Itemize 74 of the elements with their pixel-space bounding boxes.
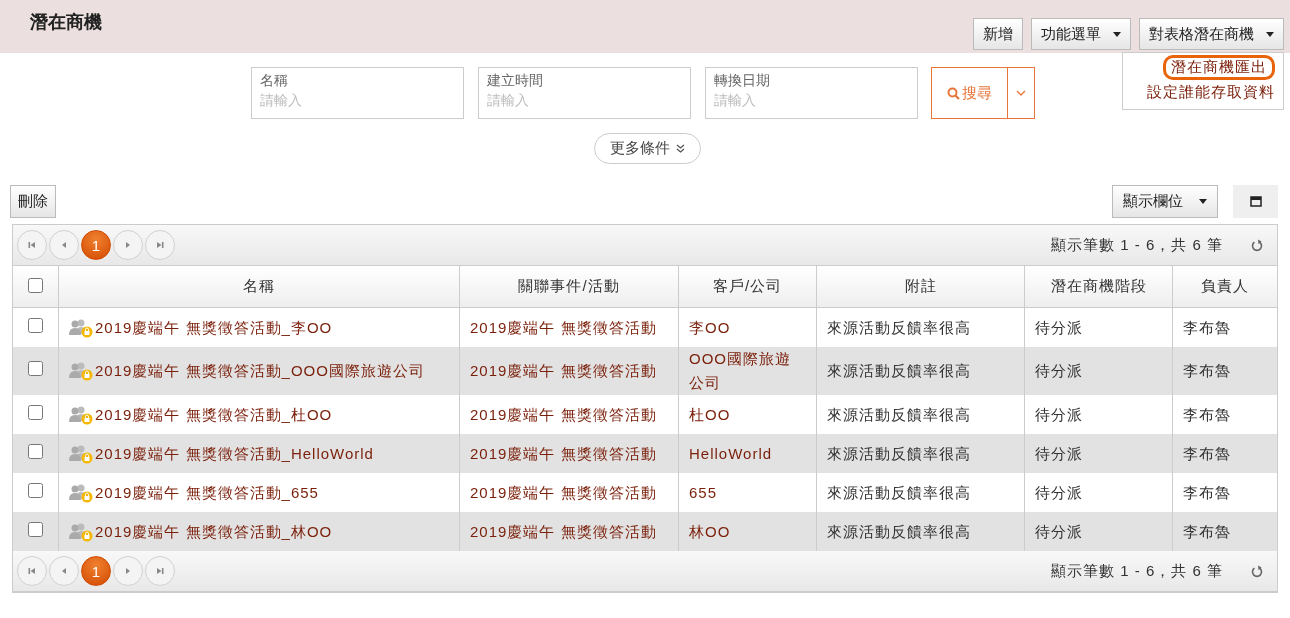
column-header: 關聯事件/活動 bbox=[459, 266, 679, 308]
menu-item[interactable]: 潛在商機匯出 bbox=[1163, 55, 1275, 80]
search-field[interactable]: 名稱 請輸入 bbox=[251, 67, 464, 119]
event-link[interactable]: 2019慶端午 無獎徵答活動 bbox=[470, 315, 657, 340]
refresh-button[interactable] bbox=[1251, 238, 1263, 252]
search-icon bbox=[947, 86, 960, 100]
row-checkbox[interactable] bbox=[28, 404, 43, 420]
table-cell: 來源活動反饋率很高 bbox=[816, 512, 1025, 551]
column-header: 名稱 bbox=[58, 266, 460, 308]
search-field[interactable]: 轉換日期 請輸入 bbox=[705, 67, 918, 119]
window-icon bbox=[1249, 196, 1262, 207]
field-label: 名稱 bbox=[260, 72, 289, 90]
first-page-icon bbox=[27, 240, 37, 250]
record-count: 顯示筆數 1 - 6，共 6 筆 bbox=[1051, 561, 1223, 581]
row-checkbox[interactable] bbox=[28, 482, 43, 498]
company-link[interactable]: 杜OO bbox=[689, 402, 731, 427]
caret-icon bbox=[1266, 31, 1274, 37]
company-link[interactable]: 林OO bbox=[689, 519, 731, 544]
people-lock-icon bbox=[67, 404, 95, 425]
people-lock-icon bbox=[67, 443, 95, 464]
page-title: 潛在商機 bbox=[30, 11, 102, 34]
columns-button[interactable]: 顯示欄位 bbox=[1112, 185, 1218, 218]
table-cell: 待分派 bbox=[1024, 512, 1173, 551]
table-cell: 來源活動反饋率很高 bbox=[816, 347, 1025, 395]
window-button[interactable] bbox=[1233, 185, 1278, 218]
double-chevron-icon bbox=[675, 144, 685, 153]
field-label: 轉換日期 bbox=[714, 72, 771, 90]
chevron-down-icon bbox=[1016, 90, 1026, 96]
table-cell: 李布魯 bbox=[1172, 395, 1277, 434]
table-cell: 李布魯 bbox=[1172, 347, 1277, 395]
company-link[interactable]: 655 bbox=[689, 480, 718, 505]
event-link[interactable]: 2019慶端午 無獎徵答活動 bbox=[470, 402, 657, 427]
people-lock-icon bbox=[67, 361, 95, 381]
menu-item[interactable]: 設定誰能存取資料 bbox=[1139, 80, 1283, 105]
row-checkbox[interactable] bbox=[28, 443, 43, 459]
column-header: 附註 bbox=[816, 266, 1025, 308]
table-cell: 李布魯 bbox=[1172, 512, 1277, 551]
table-cell: 李布魯 bbox=[1172, 307, 1277, 347]
first-page-icon bbox=[27, 566, 37, 576]
more-conditions-button[interactable]: 更多條件 bbox=[593, 133, 701, 164]
record-link[interactable]: 2019慶端午 無獎徵答活動_655 bbox=[95, 480, 319, 505]
field-label: 建立時間 bbox=[487, 72, 544, 90]
table-cell: 李布魯 bbox=[1172, 473, 1277, 512]
last-page-icon bbox=[155, 566, 165, 576]
record-link[interactable]: 2019慶端午 無獎徵答活動_杜OO bbox=[95, 402, 333, 427]
people-lock-icon bbox=[67, 317, 95, 338]
search-field[interactable]: 建立時間 請輸入 bbox=[478, 67, 691, 119]
column-header: 負責人 bbox=[1172, 266, 1277, 308]
row-checkbox[interactable] bbox=[28, 317, 43, 333]
record-link[interactable]: 2019慶端午 無獎徵答活動_李OO bbox=[95, 315, 333, 340]
table-cell: 待分派 bbox=[1024, 347, 1173, 395]
column-header: 潛在商機階段 bbox=[1024, 266, 1173, 308]
last-page-icon bbox=[155, 240, 165, 250]
refresh-icon bbox=[1251, 238, 1263, 252]
event-link[interactable]: 2019慶端午 無獎徵答活動 bbox=[470, 480, 657, 505]
refresh-icon bbox=[1251, 564, 1263, 578]
toolbar-button[interactable]: 新增 bbox=[973, 18, 1023, 50]
refresh-button[interactable] bbox=[1251, 564, 1263, 578]
table-cell: 來源活動反饋率很高 bbox=[816, 434, 1025, 473]
row-checkbox[interactable] bbox=[28, 521, 43, 537]
table-cell: 李布魯 bbox=[1172, 434, 1277, 473]
toolbar-button[interactable]: 對表格潛在商機 bbox=[1139, 18, 1284, 50]
table-cell: 待分派 bbox=[1024, 434, 1173, 473]
people-lock-icon bbox=[67, 482, 95, 503]
select-all-checkbox[interactable] bbox=[28, 277, 43, 293]
company-link[interactable]: 李OO bbox=[689, 315, 731, 340]
delete-button[interactable]: 刪除 bbox=[10, 185, 56, 218]
record-count: 顯示筆數 1 - 6，共 6 筆 bbox=[1051, 235, 1223, 255]
column-header: 客戶/公司 bbox=[678, 266, 817, 308]
row-checkbox[interactable] bbox=[28, 361, 43, 376]
caret-icon bbox=[1199, 199, 1207, 204]
people-lock-icon bbox=[67, 521, 95, 542]
toolbar-button[interactable]: 功能選單 bbox=[1031, 18, 1131, 50]
caret-icon bbox=[1113, 31, 1121, 37]
